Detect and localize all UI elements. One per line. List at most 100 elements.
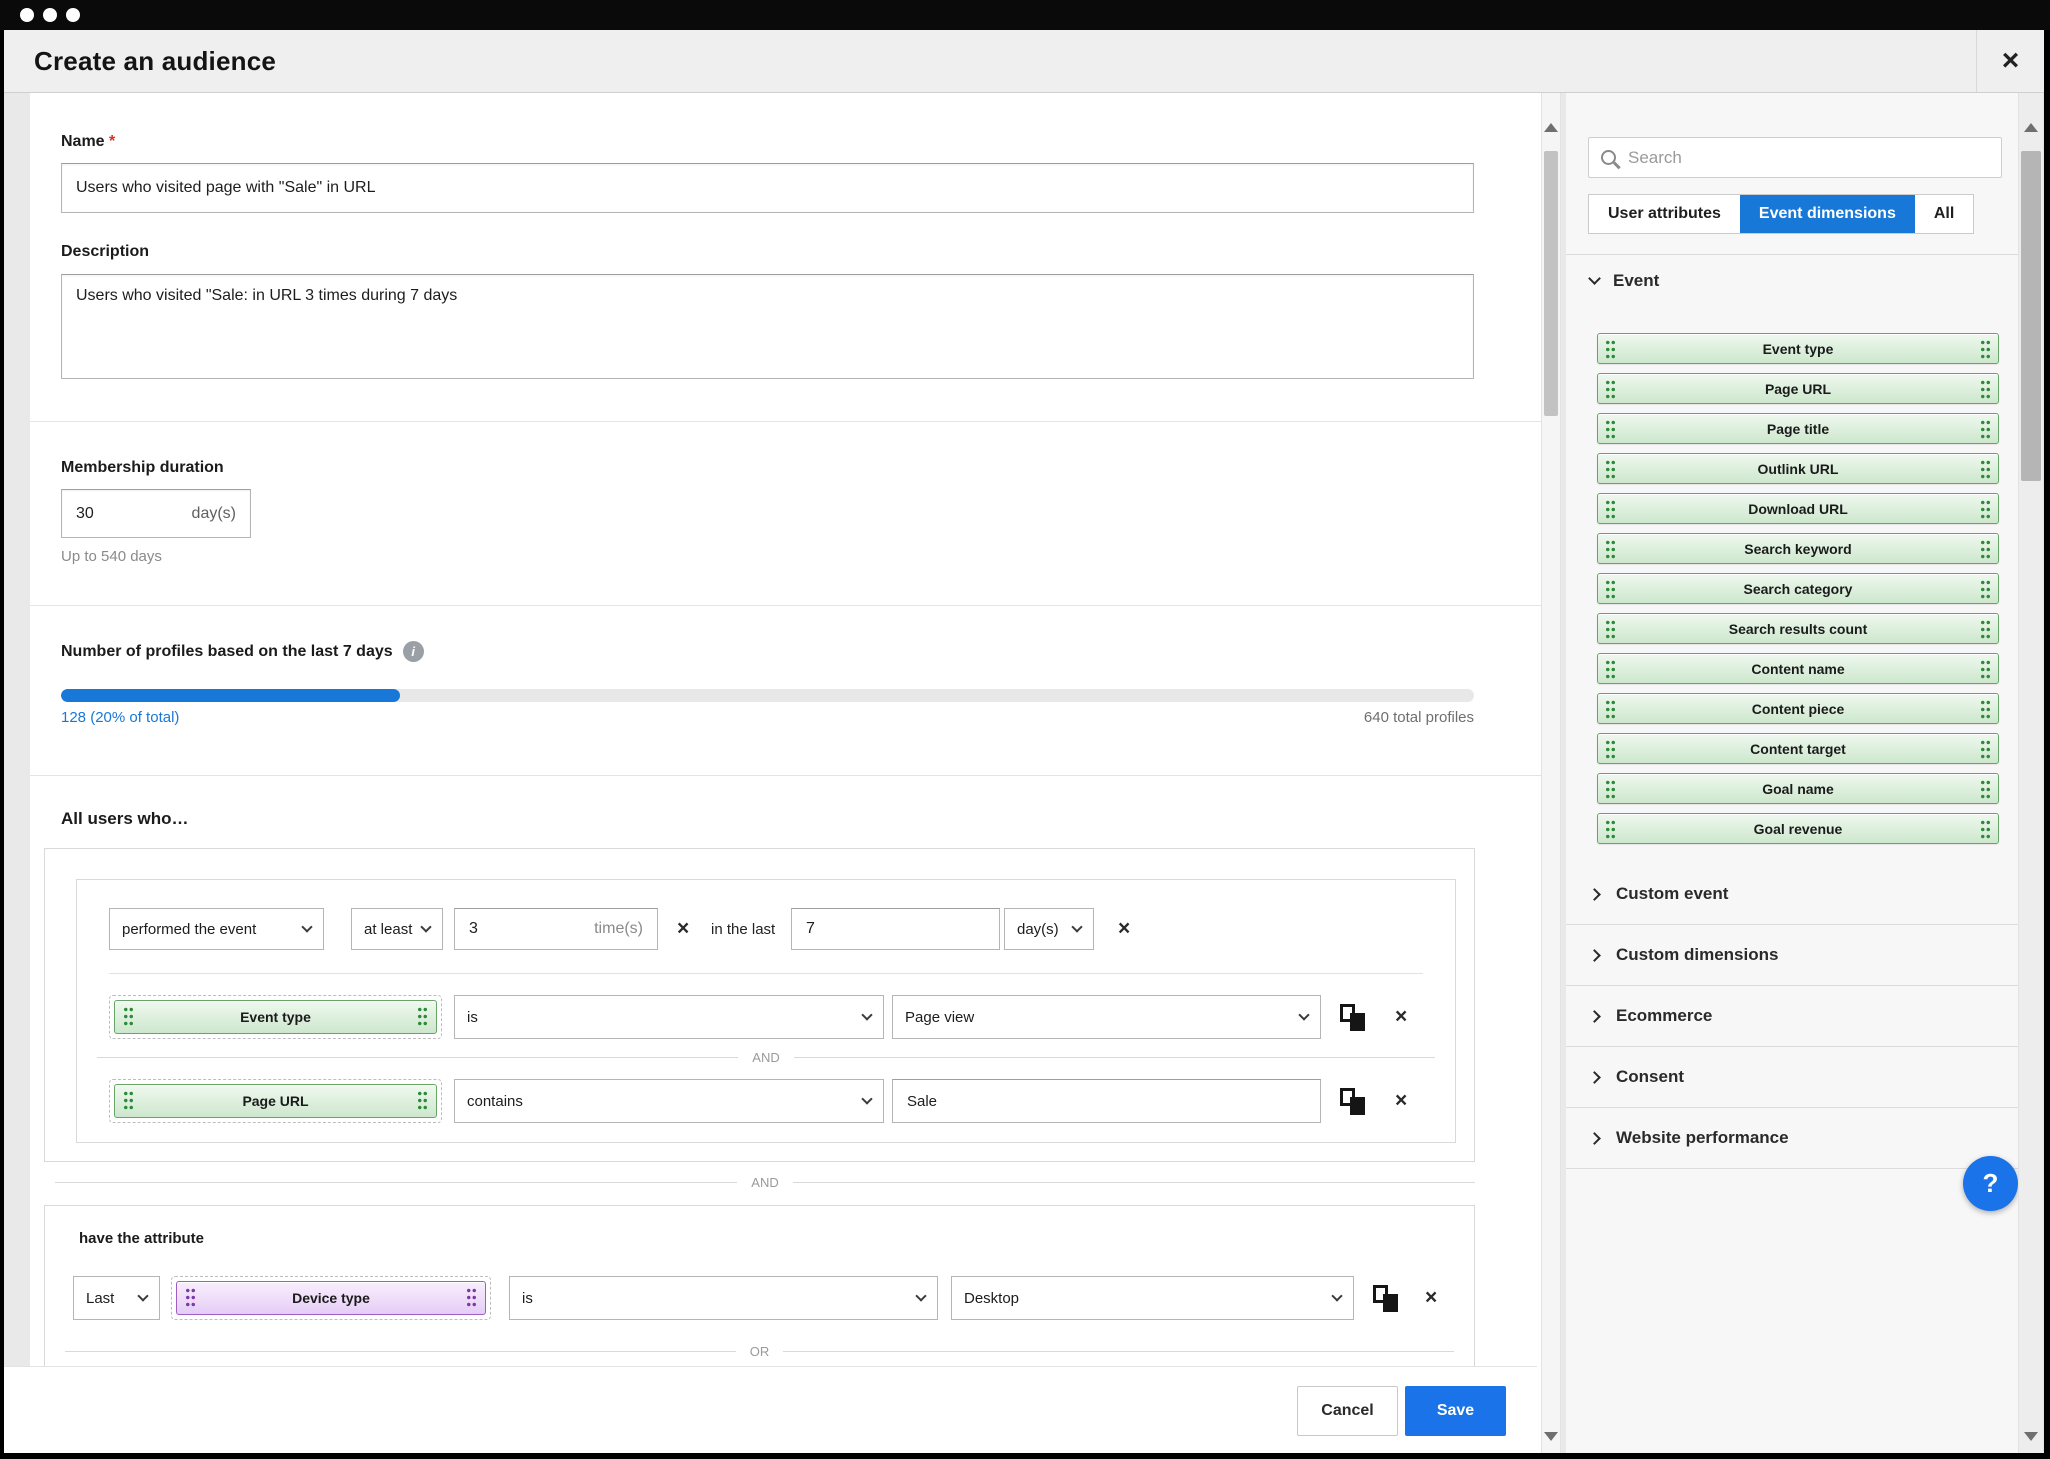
scroll-up-icon[interactable] xyxy=(1544,123,1558,132)
chip-label: Download URL xyxy=(1616,501,1980,517)
sidebar-chip-download-url[interactable]: Download URL xyxy=(1597,493,1999,524)
value-input[interactable]: Sale xyxy=(892,1079,1321,1123)
attribute-scope-select[interactable]: Last xyxy=(73,1276,160,1320)
period-unit-select[interactable]: day(s) xyxy=(1004,908,1094,950)
sidebar-chip-search-category[interactable]: Search category xyxy=(1597,573,1999,604)
chevron-down-icon xyxy=(301,921,312,932)
drag-handle-icon[interactable] xyxy=(185,1287,196,1309)
help-button[interactable]: ? xyxy=(1963,1156,2018,1211)
chip-label: Goal revenue xyxy=(1616,821,1980,837)
drag-handle-icon[interactable] xyxy=(123,1090,134,1112)
value-select[interactable]: Desktop xyxy=(951,1276,1354,1320)
chevron-down-icon xyxy=(1298,1009,1309,1020)
attribute-group-heading: have the attribute xyxy=(79,1230,204,1247)
drag-handle-icon[interactable] xyxy=(417,1090,428,1112)
remove-condition-icon[interactable]: × xyxy=(1425,1287,1437,1308)
quantifier-select[interactable]: at least xyxy=(351,908,443,950)
sidebar-divider xyxy=(1566,254,2018,255)
section-custom-dimensions[interactable]: Custom dimensions xyxy=(1566,925,2018,986)
drag-handle-icon xyxy=(1605,659,1616,679)
times-count-value[interactable]: 3 xyxy=(469,920,478,938)
chip-label: Search results count xyxy=(1616,621,1980,637)
drag-handle-icon xyxy=(1980,619,1991,639)
scroll-up-icon[interactable] xyxy=(2024,123,2038,132)
event-action-select[interactable]: performed the event xyxy=(109,908,324,950)
window-scrollbar[interactable] xyxy=(2018,93,2044,1453)
remove-condition-icon[interactable]: × xyxy=(1395,1006,1407,1027)
section-ecommerce[interactable]: Ecommerce xyxy=(1566,986,2018,1047)
close-icon[interactable]: × xyxy=(1976,30,2044,92)
times-count-input[interactable]: 3 time(s) xyxy=(454,908,658,950)
operator-select[interactable]: contains xyxy=(454,1079,884,1123)
sidebar-chip-content-name[interactable]: Content name xyxy=(1597,653,1999,684)
chip-device-type[interactable]: Device type xyxy=(176,1281,486,1315)
value-select[interactable]: Page view xyxy=(892,995,1321,1039)
scroll-down-icon[interactable] xyxy=(2024,1432,2038,1441)
description-label: Description xyxy=(61,243,149,261)
modal-body: Name * Users who visited page with "Sale… xyxy=(4,93,2044,1453)
name-input[interactable]: Users who visited page with "Sale" in UR… xyxy=(61,163,1474,213)
sidebar-chip-page-url[interactable]: Page URL xyxy=(1597,373,1999,404)
section-website-performance[interactable]: Website performance xyxy=(1566,1108,2018,1169)
main-scrollbar[interactable] xyxy=(1541,93,1561,1453)
sidebar-chip-page-title[interactable]: Page title xyxy=(1597,413,1999,444)
tab-event-dimensions[interactable]: Event dimensions xyxy=(1740,195,1915,233)
divider-line xyxy=(783,1351,1454,1352)
sidebar-search[interactable]: Search xyxy=(1588,137,2002,178)
drag-handle-icon[interactable] xyxy=(123,1006,134,1028)
duplicate-condition-icon[interactable] xyxy=(1340,1004,1365,1031)
window-control-dot[interactable] xyxy=(66,8,80,22)
operator-select[interactable]: is xyxy=(454,995,884,1039)
chip-page-url[interactable]: Page URL xyxy=(114,1084,437,1118)
sidebar-chip-content-piece[interactable]: Content piece xyxy=(1597,693,1999,724)
search-input[interactable]: Search xyxy=(1628,148,1682,168)
chevron-down-icon xyxy=(861,1093,872,1104)
period-count-input[interactable]: 7 xyxy=(791,908,1000,950)
remove-period-icon[interactable]: × xyxy=(1118,918,1130,939)
window-control-dot[interactable] xyxy=(20,8,34,22)
modal-footer: Cancel Save xyxy=(4,1366,1537,1453)
chevron-right-icon xyxy=(1588,888,1601,901)
cancel-button[interactable]: Cancel xyxy=(1297,1386,1398,1436)
chip-event-type[interactable]: Event type xyxy=(114,1000,437,1034)
sidebar-chip-search-results-count[interactable]: Search results count xyxy=(1597,613,1999,644)
tab-all[interactable]: All xyxy=(1915,195,1973,233)
divider-line xyxy=(97,1057,738,1058)
operator-select[interactable]: is xyxy=(509,1276,938,1320)
sidebar-chip-event-type[interactable]: Event type xyxy=(1597,333,1999,364)
drag-handle-icon xyxy=(1980,779,1991,799)
duplicate-condition-icon[interactable] xyxy=(1340,1088,1365,1115)
save-button[interactable]: Save xyxy=(1405,1386,1506,1436)
chip-label: Search category xyxy=(1616,581,1980,597)
tab-user-attributes[interactable]: User attributes xyxy=(1589,195,1740,233)
membership-duration-input[interactable]: 30 day(s) xyxy=(61,489,251,538)
sidebar-chip-search-keyword[interactable]: Search keyword xyxy=(1597,533,1999,564)
drag-handle-icon xyxy=(1605,739,1616,759)
scrollbar-thumb[interactable] xyxy=(1544,151,1558,416)
info-icon[interactable]: i xyxy=(403,641,424,662)
chip-label: Device type xyxy=(196,1290,466,1306)
duplicate-condition-icon[interactable] xyxy=(1373,1285,1398,1312)
sidebar-chip-outlink-url[interactable]: Outlink URL xyxy=(1597,453,1999,484)
drag-handle-icon xyxy=(1605,699,1616,719)
drag-handle-icon[interactable] xyxy=(466,1287,477,1309)
sidebar-chip-content-target[interactable]: Content target xyxy=(1597,733,1999,764)
sidebar-chip-goal-name[interactable]: Goal name xyxy=(1597,773,1999,804)
chip-label: Page title xyxy=(1616,421,1980,437)
name-label-text: Name xyxy=(61,133,105,150)
section-consent[interactable]: Consent xyxy=(1566,1047,2018,1108)
scrollbar-thumb[interactable] xyxy=(2021,151,2041,481)
membership-duration-value[interactable]: 30 xyxy=(76,505,94,523)
drag-handle-icon[interactable] xyxy=(417,1006,428,1028)
drag-handle-icon xyxy=(1980,539,1991,559)
profiles-heading-row: Number of profiles based on the last 7 d… xyxy=(61,641,424,662)
remove-condition-icon[interactable]: × xyxy=(1395,1090,1407,1111)
section-event-header[interactable]: Event xyxy=(1590,271,1659,291)
description-input[interactable]: Users who visited "Sale: in URL 3 times … xyxy=(61,274,1474,379)
app-window: Create an audience × Name * Users who vi… xyxy=(0,0,2050,1459)
window-control-dot[interactable] xyxy=(43,8,57,22)
scroll-down-icon[interactable] xyxy=(1544,1432,1558,1441)
sidebar-chip-goal-revenue[interactable]: Goal revenue xyxy=(1597,813,1999,844)
section-custom-event[interactable]: Custom event xyxy=(1566,864,2018,925)
remove-times-icon[interactable]: × xyxy=(677,918,689,939)
